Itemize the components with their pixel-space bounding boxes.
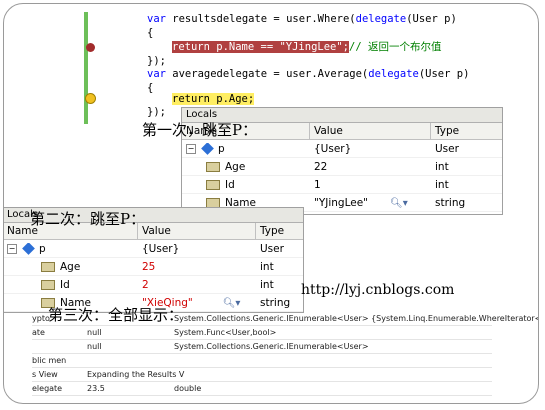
collapse-icon[interactable]: −	[186, 143, 196, 154]
object-icon	[22, 242, 35, 255]
field-icon	[41, 279, 55, 290]
header-value[interactable]: Value	[138, 223, 256, 239]
variable-value: {User}	[314, 142, 352, 155]
code-line-1[interactable]: var resultsdelegate = user.Where(delegat…	[147, 11, 457, 27]
locals-row[interactable]: Age 25 int	[4, 258, 303, 276]
variable-name: p	[39, 242, 46, 255]
watermark-url: http://lyj.cnblogs.com	[301, 282, 455, 298]
variable-type: int	[435, 160, 449, 173]
variable-type: string	[260, 296, 291, 309]
changed-lines-margin	[84, 12, 88, 124]
variable-name: Age	[225, 160, 246, 173]
variable-value: 1	[314, 178, 321, 191]
locals-row[interactable]: elegate 23.5 double	[32, 382, 492, 396]
locals-row[interactable]: − p {User} User	[4, 240, 303, 258]
collapse-icon[interactable]: −	[7, 243, 17, 254]
variable-name: Id	[225, 178, 235, 191]
variable-value: {User}	[142, 242, 180, 255]
variable-name: Age	[60, 260, 81, 273]
header-type[interactable]: Type	[256, 223, 302, 239]
variable-type: int	[435, 178, 449, 191]
field-icon	[206, 179, 220, 190]
code-line-5[interactable]: var averagedelegate = user.Average(deleg…	[147, 66, 469, 82]
code-line-7[interactable]: return p.Age;	[172, 91, 255, 107]
locals-row[interactable]: null System.Collections.Generic.IEnumerab…	[32, 340, 492, 354]
visualizer-magnifier-icon[interactable]: 🔍︎▾	[390, 198, 408, 209]
locals-row[interactable]: Id 1 int	[182, 176, 502, 194]
variable-type: int	[260, 278, 274, 291]
code-line-6[interactable]: {	[147, 80, 153, 96]
screenshot-frame: var resultsdelegate = user.Where(delegat…	[3, 3, 539, 404]
variable-name: Id	[60, 278, 70, 291]
variable-type: string	[435, 196, 466, 209]
code-line-8[interactable]: });	[147, 104, 166, 120]
locals-row[interactable]: blic men	[32, 354, 492, 368]
variable-name: p	[218, 142, 225, 155]
locals-row[interactable]: ate null System.Func<User,bool>	[32, 326, 492, 340]
breakpoint-current-icon[interactable]	[85, 93, 96, 104]
field-icon	[206, 197, 220, 208]
caption-third: 第三次：全部显示：	[48, 306, 184, 324]
variable-value-changed: 2	[142, 278, 149, 291]
code-line-3[interactable]: return p.Name == "YJingLee";// 返回一个布尔值	[172, 39, 441, 55]
locals-row[interactable]: − p {User} User	[182, 140, 502, 158]
locals-row[interactable]: s View Expanding the Results V	[32, 368, 492, 382]
field-icon	[41, 261, 55, 272]
code-line-2[interactable]: {	[147, 25, 153, 41]
locals-row[interactable]: Id 2 int	[4, 276, 303, 294]
breakpoint-icon[interactable]	[86, 43, 95, 52]
header-type[interactable]: Type	[431, 123, 501, 139]
header-value[interactable]: Value	[310, 123, 431, 139]
variable-type: int	[260, 260, 274, 273]
variable-value-changed: 25	[142, 260, 156, 273]
caption-first: 第一次，跳至P：	[142, 121, 258, 139]
visualizer-magnifier-icon[interactable]: 🔍︎▾	[223, 298, 241, 309]
variable-value: "YJingLee"	[314, 196, 368, 209]
variable-type: User	[435, 142, 459, 155]
caption-second: 第二次：跳至P：	[30, 210, 146, 228]
object-icon	[201, 142, 214, 155]
variable-type: User	[260, 242, 284, 255]
locals-row[interactable]: Age 22 int	[182, 158, 502, 176]
field-icon	[206, 161, 220, 172]
variable-value: 22	[314, 160, 328, 173]
